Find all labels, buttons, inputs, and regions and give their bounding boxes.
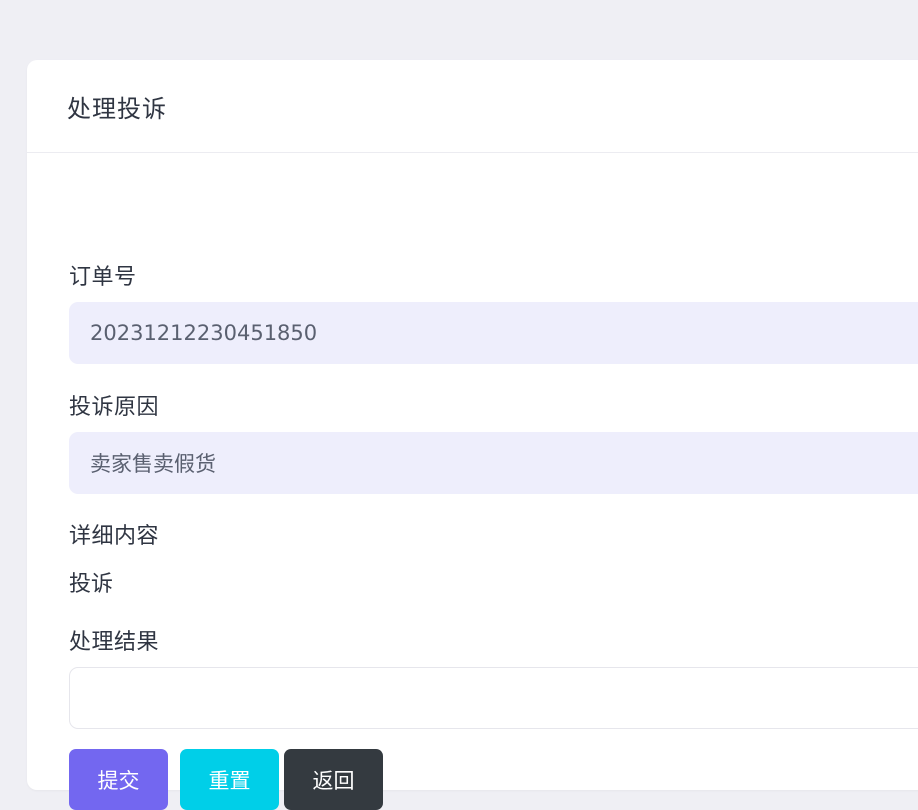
back-button[interactable]: 返回 (284, 749, 383, 810)
card-header: 处理投诉 (27, 60, 918, 153)
complaint-reason-field[interactable]: 卖家售卖假货 (69, 432, 918, 494)
details-value: 投诉 (69, 572, 114, 597)
result-input[interactable] (69, 667, 918, 729)
order-number-field[interactable]: 20231212230451850 (69, 302, 918, 364)
complaint-card: 处理投诉 订单号 20231212230451850 投诉原因 卖家售卖假货 详… (27, 60, 918, 810)
details-label: 详细内容 (69, 524, 160, 549)
page-title: 处理投诉 (67, 94, 167, 123)
reset-button[interactable]: 重置 (180, 749, 279, 810)
complaint-reason-label: 投诉原因 (69, 395, 160, 420)
result-label: 处理结果 (69, 630, 160, 655)
submit-button[interactable]: 提交 (69, 749, 168, 810)
order-number-label: 订单号 (69, 265, 137, 290)
